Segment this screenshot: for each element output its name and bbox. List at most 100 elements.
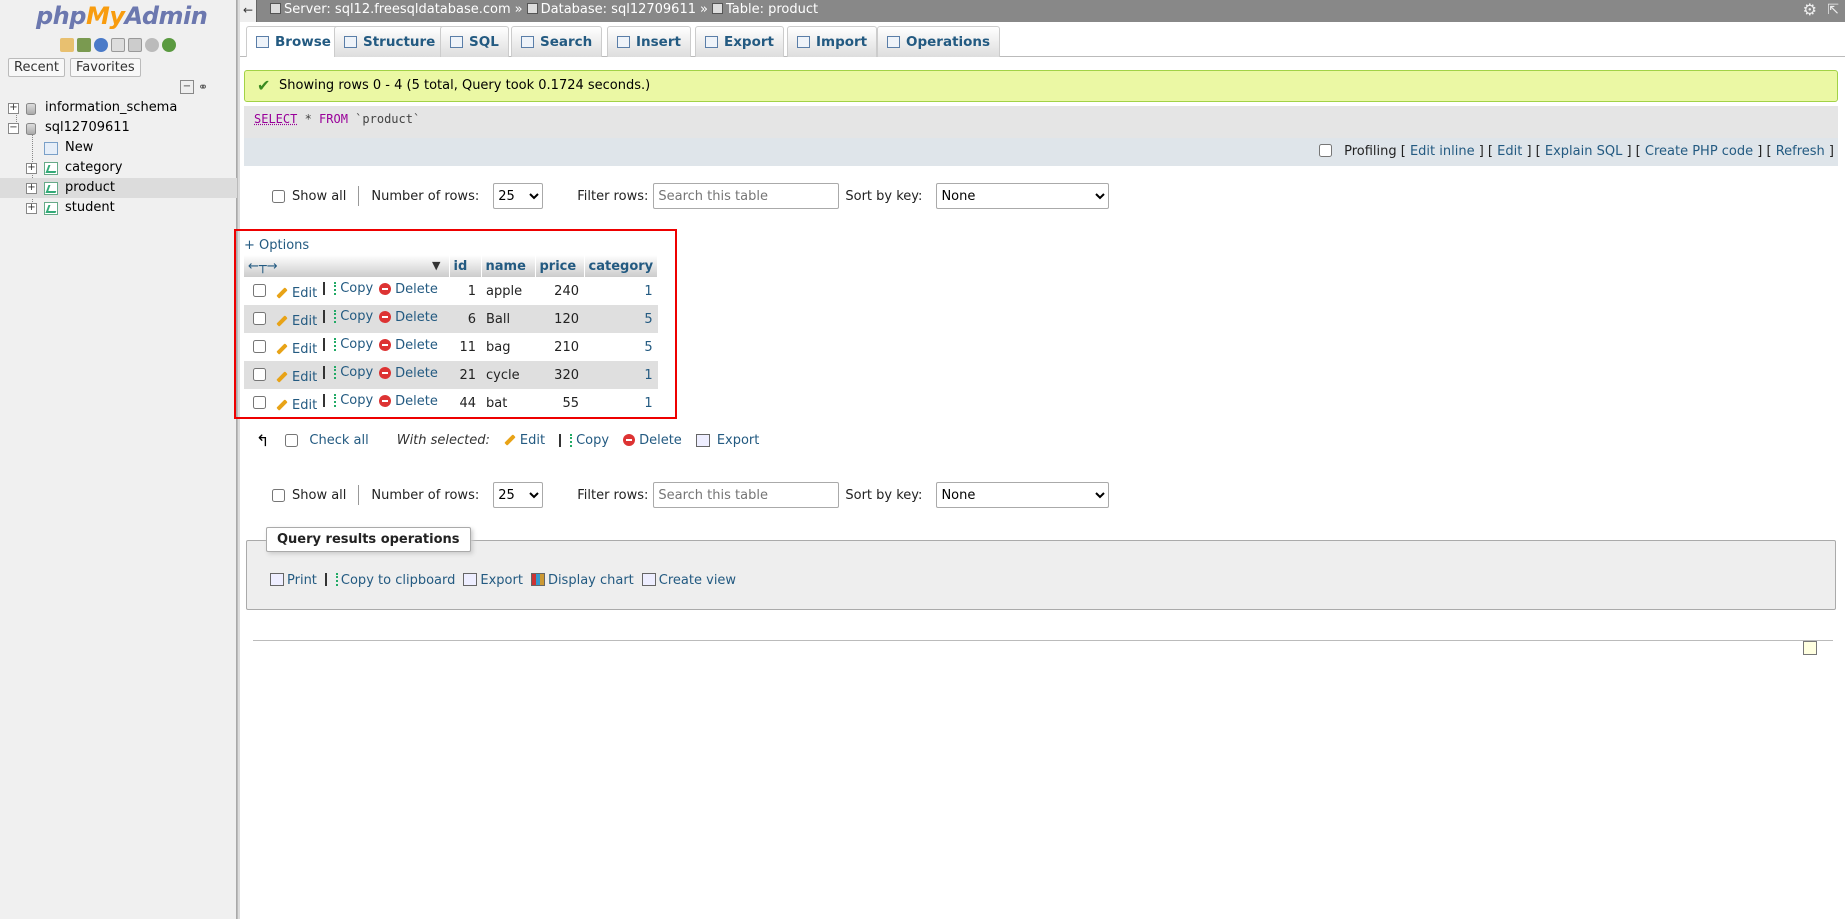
reload-icon[interactable] [162,38,176,52]
cell-name[interactable]: apple [481,277,535,305]
number-of-rows-select[interactable]: 25 [493,183,544,209]
row-checkbox[interactable] [253,284,266,298]
cell-id[interactable]: 11 [449,333,481,361]
cell-name[interactable]: Ball [481,305,535,333]
tab-export[interactable]: Export [695,26,784,57]
breadcrumb-database[interactable]: Database: sql12709611 [526,0,696,20]
cell-name[interactable]: cycle [481,361,535,389]
cell-category[interactable]: 1 [584,361,658,389]
delete-row-button[interactable]: Delete [379,366,438,381]
column-header-name[interactable]: name [481,255,536,277]
copy-icon[interactable] [128,38,142,52]
logout-icon[interactable] [77,38,91,52]
tab-import[interactable]: Import [787,26,878,57]
tree-item-label[interactable]: information_schema [45,98,177,118]
display-chart-link[interactable]: Display chart [530,573,634,588]
collapse-all-icon[interactable]: − [180,80,194,94]
cell-price[interactable]: 320 [535,361,584,389]
edit-inline-link[interactable]: Edit inline [1410,144,1475,159]
tree-item-label[interactable]: New [65,138,93,158]
dropdown-arrow-icon[interactable]: ▼ [432,259,440,272]
cell-id[interactable]: 6 [449,305,481,333]
cell-category[interactable]: 1 [584,277,658,305]
category-link[interactable]: 1 [644,396,652,411]
collapse-top-icon[interactable]: ⇱ [1827,0,1839,20]
expand-icon[interactable]: + [8,103,19,114]
create-php-code-link[interactable]: Create PHP code [1645,144,1753,159]
sql-select-keyword[interactable]: SELECT [254,112,297,126]
delete-row-button[interactable]: Delete [379,310,438,325]
copy-row-button[interactable]: Copy [323,281,373,296]
tree-item-label[interactable]: student [65,198,115,218]
bulk-delete-button[interactable]: Delete [623,433,682,448]
cell-name[interactable]: bat [481,389,535,417]
cell-id[interactable]: 1 [449,277,481,305]
tab-structure[interactable]: Structure [334,26,446,57]
cell-id[interactable]: 21 [449,361,481,389]
tree-item-new[interactable]: New [0,138,237,158]
bulk-copy-button[interactable]: Copy [559,433,609,448]
collapse-nav-icon[interactable]: ← [240,0,257,22]
cell-category[interactable]: 5 [584,333,658,361]
cell-price[interactable]: 55 [535,389,584,417]
cell-price[interactable]: 240 [535,277,584,305]
column-header-category[interactable]: category [584,255,659,277]
bulk-edit-button[interactable]: Edit [504,433,545,448]
tab-browse[interactable]: Browse [246,26,341,57]
tab-search[interactable]: Search [511,26,603,57]
export-link[interactable]: Export [463,573,523,588]
expand-icon[interactable]: + [26,203,37,214]
cell-price[interactable]: 120 [535,305,584,333]
copy-to-clipboard-link[interactable]: Copy to clipboard [324,573,455,588]
breadcrumb-table[interactable]: Table: product [711,0,818,20]
delete-row-button[interactable]: Delete [379,282,438,297]
tree-item-sql12709611[interactable]: − sql12709611 [0,118,237,138]
tree-item-label[interactable]: product [65,178,115,198]
tab-sql[interactable]: SQL [440,26,509,57]
delete-row-button[interactable]: Delete [379,338,438,353]
row-checkbox[interactable] [253,396,266,410]
edit-row-button[interactable]: Edit [276,398,317,413]
recent-tab[interactable]: Recent [8,58,65,77]
collapse-icon[interactable]: − [8,123,19,134]
row-checkbox[interactable] [253,312,266,326]
delete-row-button[interactable]: Delete [379,394,438,409]
column-header-price[interactable]: price [535,255,585,277]
copy-row-button[interactable]: Copy [323,337,373,352]
edit-link[interactable]: Edit [1497,144,1522,159]
tree-item-label[interactable]: category [65,158,122,178]
copy-row-button[interactable]: Copy [323,365,373,380]
create-view-link[interactable]: Create view [641,573,736,588]
tab-operations[interactable]: Operations [877,26,1001,57]
show-all-checkbox[interactable] [272,189,285,203]
help-icon[interactable] [94,38,108,52]
filter-rows-input[interactable] [653,482,840,508]
expand-icon[interactable]: + [26,163,37,174]
sort-by-key-select[interactable]: None [936,482,1110,508]
sort-by-key-select[interactable]: None [936,183,1110,209]
category-link[interactable]: 5 [644,340,652,355]
row-checkbox[interactable] [253,368,266,382]
nav-resizer[interactable] [237,0,240,919]
breadcrumb-server[interactable]: Server: sql12.freesqldatabase.com [270,0,511,20]
console-icon[interactable] [1803,641,1817,655]
check-all-checkbox[interactable] [285,433,299,447]
explain-sql-link[interactable]: Explain SQL [1545,144,1622,159]
refresh-link[interactable]: Refresh [1776,144,1825,159]
category-link[interactable]: 5 [644,312,652,327]
cell-name[interactable]: bag [481,333,535,361]
profiling-checkbox[interactable] [1318,144,1332,157]
edit-row-button[interactable]: Edit [276,314,317,329]
tree-item-student[interactable]: + student [0,198,237,218]
cell-id[interactable]: 44 [449,389,481,417]
category-link[interactable]: 1 [644,368,652,383]
settings-gear-icon[interactable] [145,38,159,52]
column-header-id[interactable]: id [449,255,482,277]
settings-gear-icon[interactable]: ⚙ [1803,0,1817,20]
column-arrows-icon[interactable]: ←┬→ [248,259,278,274]
phpmyadmin-logo[interactable]: phpMyAdmin [36,2,208,30]
edit-row-button[interactable]: Edit [276,286,317,301]
home-icon[interactable] [60,38,74,52]
link-icon[interactable]: ⚭ [198,80,208,94]
expand-icon[interactable]: + [26,183,37,194]
